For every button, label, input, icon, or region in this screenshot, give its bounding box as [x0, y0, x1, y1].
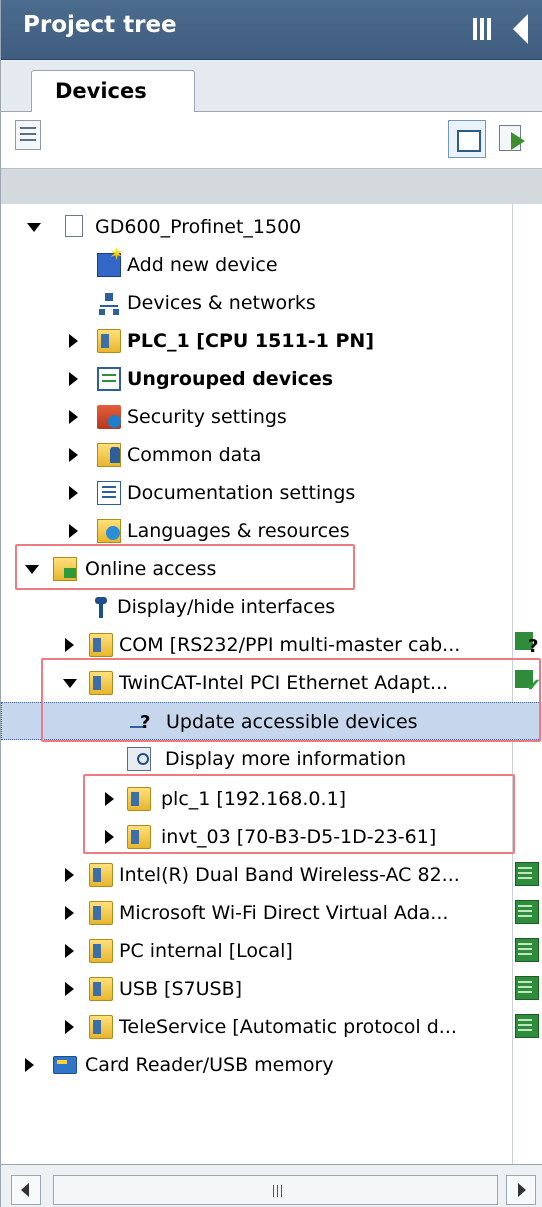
- tab-devices[interactable]: Devices: [31, 70, 195, 113]
- tree-item-add-new-device[interactable]: Add new device: [1, 244, 542, 284]
- highlight-box-accessible-devices: [83, 774, 515, 854]
- folder-icon: [89, 633, 113, 657]
- tree-item-label: Languages & resources: [127, 520, 350, 542]
- collapse-panel-icon[interactable]: [513, 14, 528, 44]
- panel-title: Project tree: [23, 12, 177, 38]
- status-online-icon: [515, 1014, 539, 1038]
- tree-item-label: Security settings: [127, 406, 287, 428]
- expand-icon[interactable]: [69, 372, 78, 386]
- tree-item-documentation-settings[interactable]: Documentation settings: [1, 474, 542, 512]
- tree-item-label: PC internal [Local]: [119, 940, 293, 962]
- expand-icon[interactable]: [65, 868, 74, 882]
- expand-icon[interactable]: [65, 944, 74, 958]
- folder-icon: [89, 977, 113, 1001]
- expand-icon[interactable]: [65, 1020, 74, 1034]
- highlight-box-twincat: [41, 658, 541, 742]
- status-online-icon: [515, 976, 539, 1000]
- tree-item-plc-1[interactable]: PLC_1 [CPU 1511-1 PN]: [1, 322, 542, 360]
- tree-item-label: PLC_1 [CPU 1511-1 PN]: [127, 330, 375, 352]
- folder-icon: [89, 939, 113, 963]
- expand-icon[interactable]: [65, 638, 74, 652]
- interface-icon: [89, 595, 113, 619]
- expand-icon[interactable]: [69, 410, 78, 424]
- pin-panel-icon[interactable]: [473, 18, 493, 40]
- tree-item-usb[interactable]: USB [S7USB]: [1, 970, 542, 1008]
- scroll-left-button[interactable]: [11, 1175, 41, 1205]
- network-icon: [97, 291, 121, 315]
- expand-icon[interactable]: [69, 334, 78, 348]
- horizontal-scrollbar[interactable]: [1, 1164, 542, 1207]
- tab-strip: Devices: [1, 60, 542, 113]
- expand-icon[interactable]: [69, 524, 78, 538]
- tree-item-pc-internal[interactable]: PC internal [Local]: [1, 932, 542, 970]
- ungrouped-devices-icon: [97, 367, 121, 391]
- tree-item-common-data[interactable]: Common data: [1, 436, 542, 474]
- collapse-icon[interactable]: [27, 223, 41, 232]
- status-online-icon: [515, 900, 539, 924]
- tree-item-label: Devices & networks: [127, 292, 316, 314]
- common-data-icon: [97, 443, 121, 467]
- tree-item-label: Add new device: [127, 254, 278, 276]
- device-view-icon[interactable]: [15, 120, 41, 150]
- expand-icon[interactable]: [65, 982, 74, 996]
- project-doc-icon: [65, 215, 83, 237]
- highlight-box-online-access: [15, 544, 355, 590]
- tree-item-label: TeleService [Automatic protocol d...: [119, 1016, 457, 1038]
- tree-item-devices-networks[interactable]: Devices & networks: [1, 284, 542, 322]
- tree-item-label: COM [RS232/PPI multi-master cab...: [119, 634, 461, 656]
- tree-item-label: Card Reader/USB memory: [85, 1054, 334, 1076]
- status-online-icon: [515, 938, 539, 962]
- tree-item-label: GD600_Profinet_1500: [95, 216, 302, 238]
- expand-icon[interactable]: [65, 906, 74, 920]
- tree-item-display-more-information[interactable]: Display more information: [1, 740, 542, 778]
- status-unknown-icon: [515, 632, 539, 657]
- expand-icon[interactable]: [69, 486, 78, 500]
- tree-toolbar: [1, 112, 542, 168]
- details-view-icon[interactable]: [448, 120, 486, 158]
- security-icon: [97, 405, 121, 429]
- tree-item-label: Display more information: [165, 748, 406, 770]
- tree-item-card-reader[interactable]: Card Reader/USB memory: [1, 1046, 542, 1084]
- plc-icon: [97, 329, 121, 353]
- tree-header-bar: [1, 168, 542, 204]
- tree-item-project[interactable]: GD600_Profinet_1500: [1, 208, 542, 246]
- expand-icon[interactable]: [25, 1058, 34, 1072]
- status-online-icon: [515, 862, 539, 886]
- info-icon: [127, 747, 151, 771]
- folder-icon: [89, 1015, 113, 1039]
- languages-icon: [97, 519, 121, 543]
- tree-item-ms-wifi-direct[interactable]: Microsoft Wi-Fi Direct Virtual Ada...: [1, 894, 542, 932]
- tree-item-label: USB [S7USB]: [119, 978, 243, 1000]
- tree-item-label: Display/hide interfaces: [117, 596, 336, 618]
- tree-item-security-settings[interactable]: Security settings: [1, 398, 542, 436]
- panel-titlebar: Project tree: [1, 0, 542, 60]
- grip-icon: [273, 1185, 285, 1197]
- expand-icon[interactable]: [69, 448, 78, 462]
- tree-item-display-hide-interfaces[interactable]: Display/hide interfaces: [1, 588, 542, 626]
- tree-item-label: Intel(R) Dual Band Wireless-AC 82...: [119, 864, 460, 886]
- add-device-icon: [97, 244, 124, 277]
- tree-item-label: Microsoft Wi-Fi Direct Virtual Ada...: [119, 902, 449, 924]
- tree-item-label: Ungrouped devices: [127, 368, 334, 390]
- device-tree: GD600_Profinet_1500 Add new device Devic…: [1, 204, 542, 1164]
- folder-icon: [89, 901, 113, 925]
- folder-icon: [89, 863, 113, 887]
- documentation-icon: [97, 481, 121, 505]
- project-tree-panel: Project tree Devices GD600_Profinet_1500…: [0, 0, 542, 1207]
- tree-item-ungrouped-devices[interactable]: Ungrouped devices: [1, 360, 542, 398]
- tab-devices-label: Devices: [55, 79, 147, 103]
- scroll-right-button[interactable]: [506, 1175, 536, 1205]
- card-reader-icon: [53, 1056, 77, 1074]
- tree-item-label: Documentation settings: [127, 482, 356, 504]
- tree-item-label: Common data: [127, 444, 262, 466]
- tree-item-teleservice[interactable]: TeleService [Automatic protocol d...: [1, 1008, 542, 1046]
- export-icon[interactable]: [497, 122, 529, 156]
- tree-item-intel-wireless[interactable]: Intel(R) Dual Band Wireless-AC 82...: [1, 856, 542, 894]
